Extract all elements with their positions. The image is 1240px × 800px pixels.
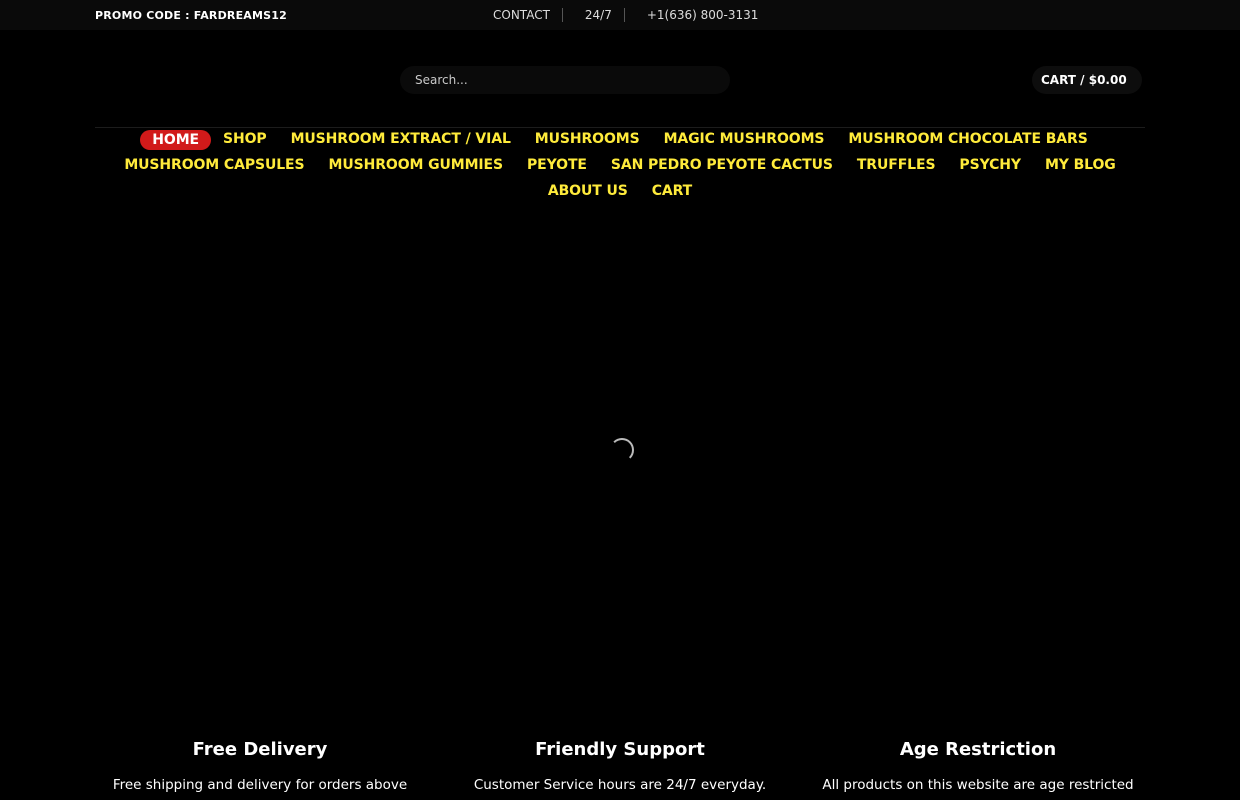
nav-item-my-blog[interactable]: MY BLOG bbox=[1033, 155, 1128, 181]
nav-item-mushrooms[interactable]: MUSHROOMS bbox=[523, 129, 652, 155]
cart-button[interactable]: CART / $0.00 bbox=[1032, 66, 1142, 94]
nav-item-mushroom-extract-vial[interactable]: MUSHROOM EXTRACT / VIAL bbox=[279, 129, 523, 155]
cart-label: CART / $0.00 bbox=[1041, 73, 1127, 87]
nav-item-about-us[interactable]: ABOUT US bbox=[536, 181, 640, 207]
nav-item-san-pedro-peyote-cactus[interactable]: SAN PEDRO PEYOTE CACTUS bbox=[599, 155, 845, 181]
feature-text: Customer Service hours are 24/7 everyday… bbox=[473, 777, 767, 793]
nav-item-mushroom-gummies[interactable]: MUSHROOM GUMMIES bbox=[317, 155, 515, 181]
loading-spinner-icon bbox=[610, 438, 634, 462]
top-bar: PROMO CODE : FARDREAMS12 CONTACT 24/7 +1… bbox=[0, 0, 1240, 30]
nav-item-psychy[interactable]: PSYCHY bbox=[947, 155, 1033, 181]
nav-item-truffles[interactable]: TRUFFLES bbox=[845, 155, 948, 181]
nav-item-home[interactable]: HOME bbox=[140, 130, 211, 150]
nav-item-mushroom-chocolate-bars[interactable]: MUSHROOM CHOCOLATE BARS bbox=[836, 129, 1099, 155]
feature-text: All products on this website are age res… bbox=[822, 777, 1134, 793]
top-links: CONTACT 24/7 +1(636) 800-3131 bbox=[493, 8, 758, 22]
feature-title: Free Delivery bbox=[192, 739, 328, 760]
search-input[interactable] bbox=[400, 66, 730, 94]
contact-link[interactable]: CONTACT bbox=[493, 8, 550, 22]
nav-item-magic-mushrooms[interactable]: MAGIC MUSHROOMS bbox=[652, 129, 837, 155]
feature-free-delivery: Free Delivery Free shipping and delivery… bbox=[90, 738, 430, 794]
phone-link[interactable]: +1(636) 800-3131 bbox=[647, 8, 759, 22]
nav-item-mushroom-capsules[interactable]: MUSHROOM CAPSULES bbox=[112, 155, 316, 181]
nav-item-shop[interactable]: SHOP bbox=[211, 129, 279, 155]
divider bbox=[623, 8, 625, 22]
nav-item-peyote[interactable]: PEYOTE bbox=[515, 155, 599, 181]
feature-age-restriction: Age Restriction All products on this web… bbox=[808, 738, 1148, 794]
feature-title: Friendly Support bbox=[535, 739, 705, 760]
divider bbox=[561, 8, 563, 22]
nav-item-cart[interactable]: CART bbox=[640, 181, 704, 207]
feature-text: Free shipping and delivery for orders ab… bbox=[112, 777, 408, 793]
header-divider bbox=[95, 127, 1145, 128]
feature-title: Age Restriction bbox=[899, 739, 1057, 760]
hours-link[interactable]: 24/7 bbox=[585, 8, 612, 22]
feature-friendly-support: Friendly Support Customer Service hours … bbox=[450, 738, 790, 794]
promo-code-text: PROMO CODE : FARDREAMS12 bbox=[95, 9, 287, 22]
main-nav: HOME SHOP MUSHROOM EXTRACT / VIAL MUSHRO… bbox=[95, 129, 1145, 207]
